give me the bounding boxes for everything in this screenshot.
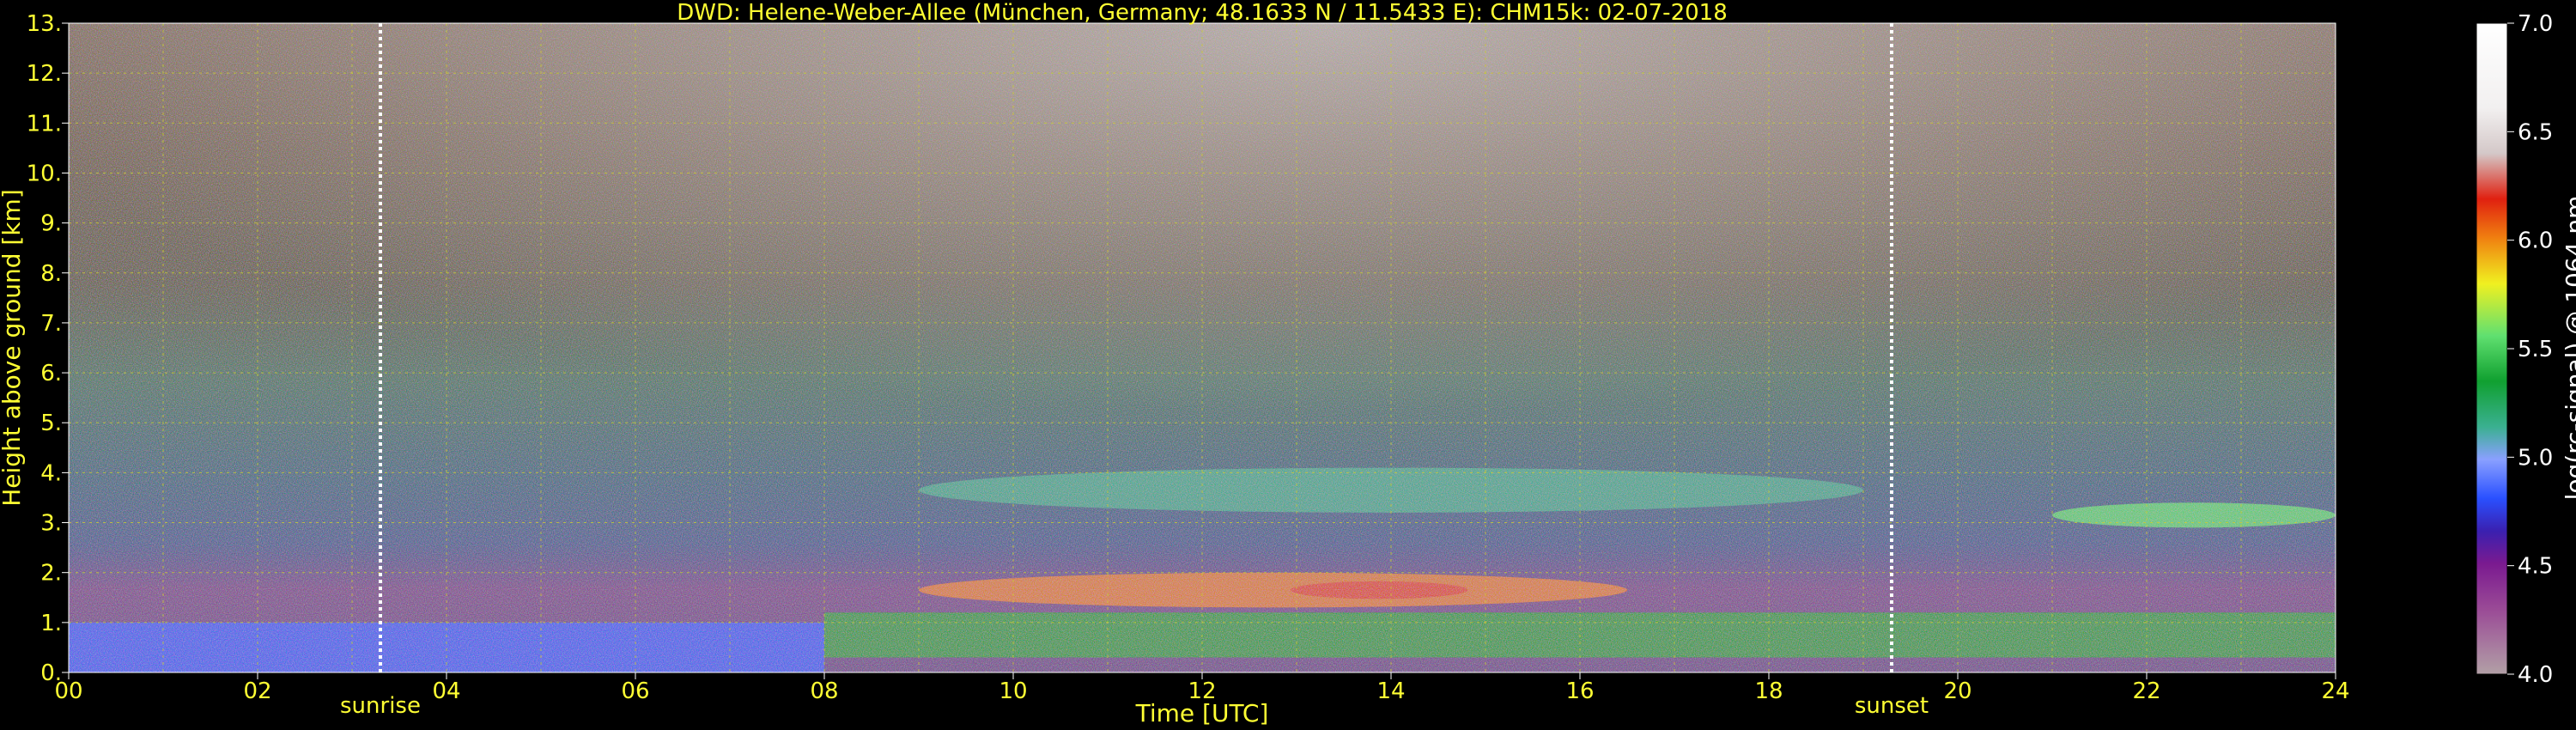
colorbar: 4.0 4.5 5.0 5.5 6.0 6.5 7.0 log(rc-signal) @ 1…	[2476, 11, 2576, 688]
x-tick-label: 18	[1754, 678, 1783, 704]
x-tick-label: 20	[1943, 678, 1971, 704]
x-tick-label: 08	[810, 678, 838, 704]
aerosol-layer	[2052, 502, 2336, 528]
y-tick-label: 11.	[27, 111, 62, 137]
x-tick-label: 02	[243, 678, 271, 704]
y-axis-label: Height above ground [km]	[0, 189, 26, 507]
y-tick-label: 1.	[40, 611, 62, 636]
y-tick-label: 0.	[40, 660, 62, 686]
x-tick-label: 10	[999, 678, 1027, 704]
colorbar-tick-label: 6.0	[2518, 228, 2553, 254]
y-tick-label: 12.	[27, 61, 62, 87]
colorbar-tick-label: 6.5	[2518, 119, 2553, 145]
colorbar-tick-label: 4.5	[2518, 554, 2553, 580]
x-tick-label: 22	[2132, 678, 2160, 704]
x-tick-label: 24	[2321, 678, 2349, 704]
aerosol-layer	[919, 572, 1627, 608]
ceilometer-figure: sunrise sunset 00 02 04 06 08 10 12 14 16 18 20 22 24…	[0, 0, 2576, 727]
chart-title: DWD: Helene-Weber-Allee (München, German…	[677, 0, 1728, 26]
y-tick-label: 9.	[40, 211, 62, 237]
y-tick-label: 13.	[27, 11, 62, 37]
y-tick-label: 4.	[40, 460, 62, 486]
colorbar-label: log(rc-signal) @ 1064 nm	[2561, 196, 2576, 501]
layer-core	[1291, 581, 1468, 599]
colorbar-tick-label: 5.0	[2518, 445, 2553, 471]
sunset-label: sunset	[1855, 693, 1929, 719]
y-tick-label: 3.	[40, 511, 62, 537]
colorbar-tick-label: 4.0	[2518, 662, 2553, 688]
x-tick-label: 04	[432, 678, 460, 704]
x-tick-label: 16	[1565, 678, 1594, 704]
colorbar-tick-label: 5.5	[2518, 337, 2553, 362]
colorbar-gradient	[2476, 22, 2508, 675]
y-axis-ticks: 0. 1. 2. 3. 4. 5. 6. 7. 8. 9. 10. 11. 12. 13.	[27, 11, 69, 686]
y-tick-label: 6.	[40, 361, 62, 386]
sunrise-label: sunrise	[340, 693, 421, 719]
y-tick-label: 7.	[40, 311, 62, 337]
colorbar-tick-label: 7.0	[2518, 11, 2553, 37]
y-tick-label: 10.	[27, 161, 62, 186]
y-tick-label: 8.	[40, 261, 62, 287]
y-tick-label: 5.	[40, 411, 62, 436]
x-tick-label: 06	[621, 678, 649, 704]
x-axis-label: Time [UTC]	[1135, 699, 1269, 727]
x-tick-label: 14	[1376, 678, 1405, 704]
y-tick-label: 2.	[40, 561, 62, 587]
